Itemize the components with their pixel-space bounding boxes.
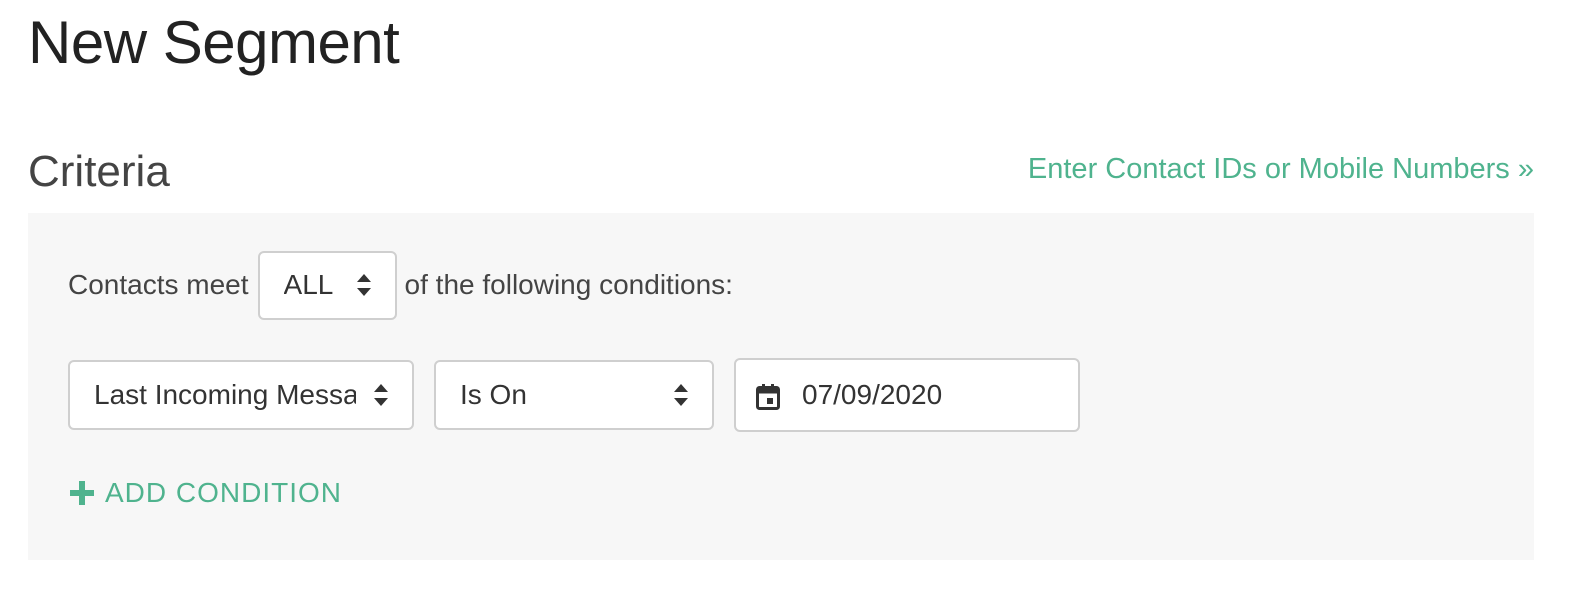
add-condition-button[interactable]: ADD CONDITION: [70, 477, 342, 509]
page: New Segment Criteria Enter Contact IDs o…: [0, 0, 1576, 590]
match-type-row: Contacts meet ALL of the following condi…: [68, 250, 733, 320]
condition-date-value: 07/09/2020: [802, 379, 943, 410]
condition-attribute-value: Last Incoming Message: [94, 379, 356, 410]
criteria-panel: Contacts meet ALL of the following condi…: [28, 213, 1534, 560]
match-prefix-label: Contacts meet: [68, 269, 249, 300]
select-arrows-icon: [674, 384, 688, 406]
condition-attribute-select[interactable]: Last Incoming Message: [68, 360, 414, 430]
select-arrows-icon: [356, 274, 371, 296]
add-condition-label: ADD CONDITION: [105, 477, 342, 508]
match-type-select[interactable]: ALL: [257, 250, 397, 320]
criteria-heading: Criteria: [28, 147, 170, 196]
condition-operator-select[interactable]: Is On: [434, 360, 714, 430]
match-suffix-label: of the following conditions:: [404, 269, 733, 300]
enter-contact-ids-link[interactable]: Enter Contact IDs or Mobile Numbers »: [1028, 150, 1534, 188]
select-arrows-icon: [374, 384, 388, 406]
condition-date-input[interactable]: 07/09/2020: [734, 358, 1080, 432]
plus-icon: [70, 481, 94, 505]
condition-operator-value: Is On: [460, 379, 527, 410]
page-title: New Segment: [28, 9, 400, 76]
match-type-value: ALL: [283, 269, 334, 300]
calendar-icon: [756, 384, 780, 410]
